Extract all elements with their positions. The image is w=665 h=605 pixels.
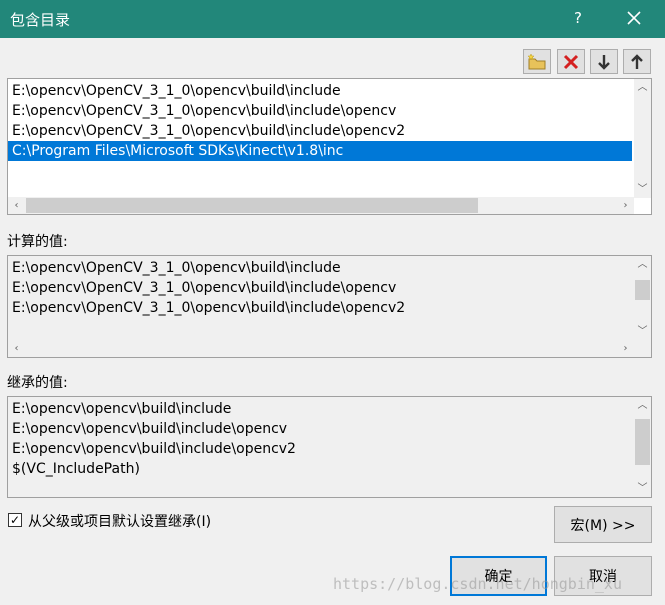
scroll-right-icon[interactable]: › xyxy=(617,197,634,214)
computed-values-box: E:\opencv\OpenCV_3_1_0\opencv\build\incl… xyxy=(7,255,652,358)
close-button[interactable] xyxy=(622,6,646,30)
cancel-button[interactable]: 取消 xyxy=(554,556,652,596)
inherit-checkbox[interactable]: ✓ xyxy=(8,513,22,527)
list-item: E:\opencv\OpenCV_3_1_0\opencv\build\incl… xyxy=(12,280,397,296)
move-down-icon xyxy=(598,54,610,70)
list-item: E:\opencv\opencv\build\include xyxy=(12,401,232,417)
delete-button[interactable] xyxy=(557,49,585,74)
scroll-left-icon[interactable]: ‹ xyxy=(8,340,25,357)
list-item: $(VC_IncludePath) xyxy=(12,461,140,477)
scroll-up-icon[interactable]: ︿ xyxy=(634,79,651,96)
list-item: E:\opencv\OpenCV_3_1_0\opencv\build\incl… xyxy=(12,300,406,316)
list-item: E:\opencv\OpenCV_3_1_0\opencv\build\incl… xyxy=(12,260,341,276)
vertical-scrollbar[interactable]: ︿ ﹀ xyxy=(634,397,651,497)
list-item[interactable]: E:\opencv\OpenCV_3_1_0\opencv\build\incl… xyxy=(8,101,632,121)
directory-list[interactable]: E:\opencv\OpenCV_3_1_0\opencv\build\incl… xyxy=(7,78,652,215)
scroll-up-icon[interactable]: ︿ xyxy=(634,397,651,414)
computed-label: 计算的值: xyxy=(7,234,68,250)
list-item-selected[interactable]: C:\Program Files\Microsoft SDKs\Kinect\v… xyxy=(8,141,632,161)
close-icon xyxy=(627,11,641,25)
vertical-scrollbar[interactable]: ︿ ﹀ xyxy=(634,256,651,340)
delete-icon xyxy=(563,54,579,69)
vertical-scrollbar[interactable]: ︿ ﹀ xyxy=(634,79,651,198)
ok-button[interactable]: 确定 xyxy=(450,556,547,596)
scroll-right-icon[interactable]: › xyxy=(617,340,634,357)
macro-button[interactable]: 宏(M) >> xyxy=(554,506,652,543)
inherited-values-box: E:\opencv\opencv\build\include E:\opencv… xyxy=(7,396,652,498)
horizontal-scrollbar[interactable]: ‹ › xyxy=(8,197,634,214)
inherit-checkbox-label[interactable]: 从父级或项目默认设置继承(I) xyxy=(28,511,211,531)
title-bar: 包含目录 ? xyxy=(0,0,665,38)
scroll-thumb[interactable] xyxy=(26,198,478,213)
scroll-down-icon[interactable]: ﹀ xyxy=(634,480,651,497)
scroll-thumb[interactable] xyxy=(635,419,650,465)
move-up-button[interactable] xyxy=(623,49,651,74)
scroll-up-icon[interactable]: ︿ xyxy=(634,256,651,273)
help-button[interactable]: ? xyxy=(568,6,588,30)
new-line-button[interactable] xyxy=(523,49,551,74)
list-item[interactable]: E:\opencv\OpenCV_3_1_0\opencv\build\incl… xyxy=(8,81,632,101)
list-item: E:\opencv\opencv\build\include\opencv2 xyxy=(12,441,296,457)
new-folder-icon xyxy=(527,52,546,69)
scroll-thumb[interactable] xyxy=(635,280,650,300)
scroll-left-icon[interactable]: ‹ xyxy=(8,197,25,214)
horizontal-scrollbar[interactable]: ‹ › xyxy=(8,340,634,357)
move-up-icon xyxy=(631,53,643,69)
inherited-label: 继承的值: xyxy=(7,375,68,391)
scroll-down-icon[interactable]: ﹀ xyxy=(634,181,651,198)
scroll-down-icon[interactable]: ﹀ xyxy=(634,323,651,340)
list-item[interactable]: E:\opencv\OpenCV_3_1_0\opencv\build\incl… xyxy=(8,121,632,141)
list-item: E:\opencv\opencv\build\include\opencv xyxy=(12,421,288,437)
move-down-button[interactable] xyxy=(590,49,618,74)
window-title: 包含目录 xyxy=(10,11,71,29)
